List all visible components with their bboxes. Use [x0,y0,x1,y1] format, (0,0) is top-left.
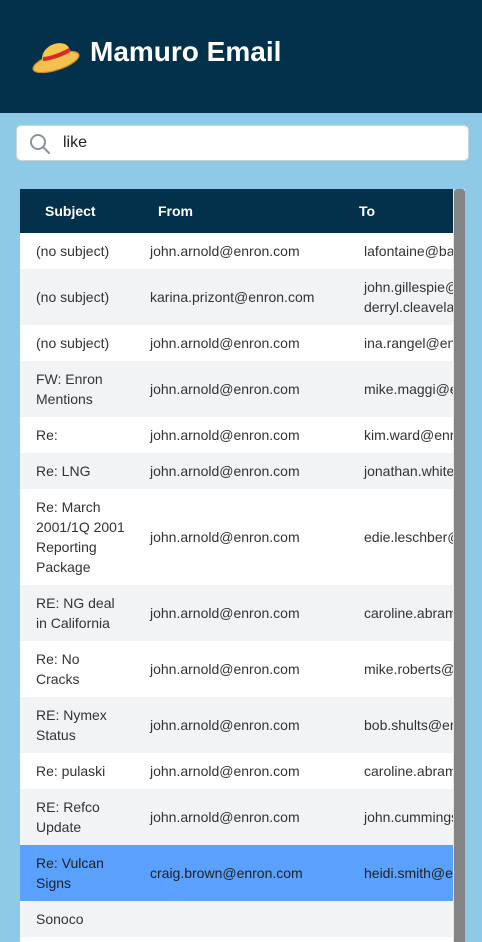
table-row[interactable]: RE: Refco Update john.arnold@enron.com joh… [20,789,465,845]
table-row[interactable]: (no subject) john.arnold@enron.com ina.ran… [20,325,465,361]
cell-to: bob.shults@er [350,697,465,753]
cell-to: ina.rangel@en [350,325,465,361]
cell-to [350,901,465,937]
cell-to: edie.leschber@ [350,489,465,585]
cell-subject: (no subject) [20,233,136,269]
table-row[interactable]: FW: Enron Mentions john.arnold@enron.com m… [20,361,465,417]
cell-from: craig.brown@enron.com [136,845,350,901]
cell-subject: Re: No Cracks [20,641,136,697]
cell-from: john.arnold@enron.com [136,789,350,845]
cell-from: john.arnold@enron.com [136,325,350,361]
cell-subject: (no subject) [20,325,136,361]
cell-from: john.arnold@enron.com [136,233,350,269]
search-bar[interactable] [16,125,469,161]
recipient-address: john.cummings [364,809,459,825]
cell-from: john.arnold@enron.com [136,361,350,417]
table-row[interactable]: Re: March 2001/1Q 2001 Reporting Package… [20,489,465,585]
recipient-address: john.gillespie@ [364,279,460,295]
email-table-container[interactable]: Subject From To (no subject) john.arnold@… [20,189,465,942]
cell-to: caroline.abram [350,753,465,789]
recipient-address: ina.rangel@en [364,335,456,351]
table-row[interactable]: RE: NG deal in California john.arnold@enr… [20,585,465,641]
recipient-address: mike.roberts@ [364,661,456,677]
recipient-address: caroline.abram [364,763,457,779]
recipient-address: derryl.cleavela [364,299,455,315]
table-row-selected[interactable]: Re: Vulcan Signs craig.brown@enron.com hei… [20,845,465,901]
recipient-address: edie.leschber@ [364,529,462,545]
cell-from: john.arnold@enron.com [136,489,350,585]
cell-to: jonathan.white [350,453,465,489]
cell-from: john.arnold@enron.com [136,753,350,789]
cell-to: john.gillespie@ derryl.cleavela [350,269,465,325]
recipient-address: caroline.abram [364,605,457,621]
cell-subject: Re: LNG [20,453,136,489]
table-body: (no subject) john.arnold@enron.com lafonta… [20,233,465,937]
cell-to: caroline.abram [350,585,465,641]
cell-to: mike.roberts@ [350,641,465,697]
table-row[interactable]: Re: pulaski john.arnold@enron.com caroline… [20,753,465,789]
cell-to: lafontaine@ba [350,233,465,269]
search-icon [30,134,50,154]
table-row[interactable]: (no subject) john.arnold@enron.com lafonta… [20,233,465,269]
cell-subject: FW: Enron Mentions [20,361,136,417]
search-input[interactable] [63,132,453,154]
table-row[interactable]: Sonoco [20,901,465,937]
cell-subject: (no subject) [20,269,136,325]
straw-hat-icon [32,43,80,73]
cell-from: john.arnold@enron.com [136,417,350,453]
cell-from [136,901,350,937]
cell-from: john.arnold@enron.com [136,585,350,641]
column-header-subject[interactable]: Subject [20,189,136,233]
recipient-address: kim.ward@enr [364,427,455,443]
recipient-address: heidi.smith@e [364,865,453,881]
cell-to: heidi.smith@e [350,845,465,901]
app-title: Mamuro Email [90,36,282,67]
app-header: Mamuro Email [0,0,482,113]
cell-subject: Re: March 2001/1Q 2001 Reporting Package [20,489,136,585]
email-table: Subject From To (no subject) john.arnold@… [20,189,465,937]
table-row[interactable]: Re: No Cracks john.arnold@enron.com mike.r… [20,641,465,697]
cell-to: kim.ward@enr [350,417,465,453]
cell-from: john.arnold@enron.com [136,641,350,697]
recipient-address: mike.maggi@e [364,381,458,397]
table-row[interactable]: Re: john.arnold@enron.com kim.ward@enr [20,417,465,453]
cell-subject: Sonoco [20,901,136,937]
table-row[interactable]: RE: Nymex Status john.arnold@enron.com bob… [20,697,465,753]
cell-from: karina.prizont@enron.com [136,269,350,325]
recipient-address: lafontaine@ba [364,243,455,259]
recipient-address: bob.shults@er [364,717,455,733]
scrollbar-thumb[interactable] [454,189,465,942]
cell-subject: Re: pulaski [20,753,136,789]
cell-from: john.arnold@enron.com [136,697,350,753]
cell-to: john.cummings [350,789,465,845]
table-header-row: Subject From To [20,189,465,233]
table-row[interactable]: Re: LNG john.arnold@enron.com jonathan.whi… [20,453,465,489]
cell-from: john.arnold@enron.com [136,453,350,489]
column-header-to[interactable]: To [350,189,465,233]
cell-subject: Re: Vulcan Signs [20,845,136,901]
table-row[interactable]: (no subject) karina.prizont@enron.com john… [20,269,465,325]
cell-subject: Re: [20,417,136,453]
cell-subject: RE: Refco Update [20,789,136,845]
cell-subject: RE: Nymex Status [20,697,136,753]
column-header-from[interactable]: From [136,189,350,233]
cell-subject: RE: NG deal in California [20,585,136,641]
cell-to: mike.maggi@e [350,361,465,417]
recipient-address: jonathan.white [364,463,455,479]
